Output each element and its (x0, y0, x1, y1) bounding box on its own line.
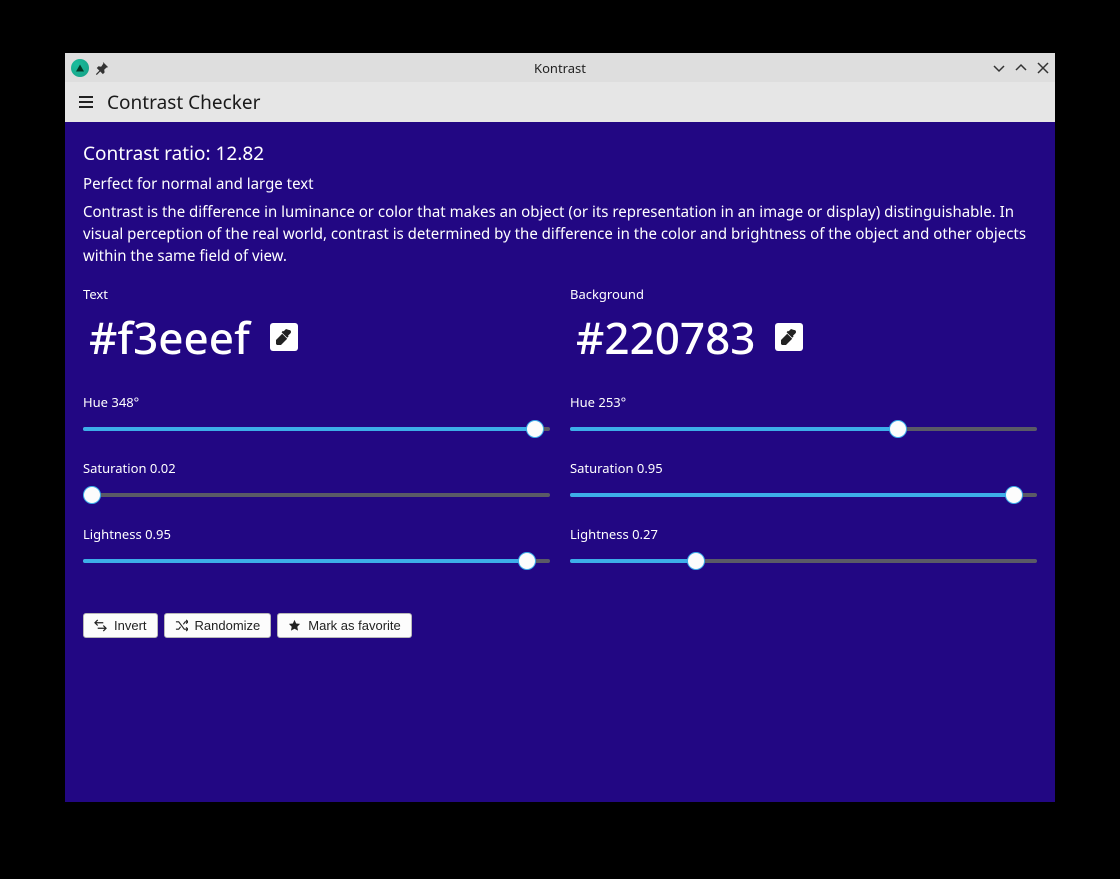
color-columns: Text #f3eeef Hue 348° Saturation 0.02 (83, 285, 1037, 573)
window-controls (993, 62, 1049, 74)
text-color-column: Text #f3eeef Hue 348° Saturation 0.02 (83, 285, 550, 573)
page-title: Contrast Checker (107, 89, 260, 115)
minimize-icon[interactable] (993, 62, 1005, 74)
headerbar: Contrast Checker (65, 82, 1055, 122)
bg-lightness-label: Lightness 0.27 (570, 525, 1037, 543)
text-hue-slider[interactable] (83, 417, 550, 441)
window-title: Kontrast (534, 59, 586, 77)
bg-hue-group: Hue 253° (570, 393, 1037, 441)
randomize-button[interactable]: Randomize (164, 613, 272, 638)
text-hue-group: Hue 348° (83, 393, 550, 441)
eyedropper-icon (781, 329, 797, 345)
bg-color-picker-button[interactable] (775, 323, 803, 351)
app-icon (71, 59, 89, 77)
bg-lightness-group: Lightness 0.27 (570, 525, 1037, 573)
bg-saturation-label: Saturation 0.95 (570, 459, 1037, 477)
bg-saturation-group: Saturation 0.95 (570, 459, 1037, 507)
action-row: Invert Randomize Mark as favorite (83, 613, 1037, 638)
star-icon (288, 619, 301, 632)
text-lightness-group: Lightness 0.95 (83, 525, 550, 573)
text-lightness-label: Lightness 0.95 (83, 525, 550, 543)
contrast-rating: Perfect for normal and large text (83, 174, 1037, 194)
shuffle-icon (175, 619, 188, 632)
pin-icon[interactable] (95, 61, 109, 75)
maximize-icon[interactable] (1015, 62, 1027, 74)
bg-color-column: Background #220783 Hue 253° Saturation 0… (570, 285, 1037, 573)
content: Contrast ratio: 12.82 Perfect for normal… (65, 122, 1055, 802)
swap-icon (94, 619, 107, 632)
menu-icon[interactable] (77, 93, 95, 111)
favorite-button[interactable]: Mark as favorite (277, 613, 411, 638)
titlebar-left (71, 59, 109, 77)
bg-lightness-slider[interactable] (570, 549, 1037, 573)
invert-label: Invert (114, 618, 147, 633)
text-saturation-slider[interactable] (83, 483, 550, 507)
text-color-label: Text (83, 285, 550, 303)
text-saturation-label: Saturation 0.02 (83, 459, 550, 477)
randomize-label: Randomize (195, 618, 261, 633)
eyedropper-icon (276, 329, 292, 345)
text-color-value[interactable]: #f3eeef (83, 303, 256, 371)
app-window: Kontrast Contrast Checker Contrast ratio… (65, 53, 1055, 802)
text-hue-label: Hue 348° (83, 393, 550, 411)
contrast-ratio: Contrast ratio: 12.82 (83, 140, 1037, 166)
bg-color-label: Background (570, 285, 1037, 303)
text-saturation-group: Saturation 0.02 (83, 459, 550, 507)
bg-hue-slider[interactable] (570, 417, 1037, 441)
text-lightness-slider[interactable] (83, 549, 550, 573)
bg-color-value[interactable]: #220783 (570, 303, 761, 371)
bg-saturation-slider[interactable] (570, 483, 1037, 507)
favorite-label: Mark as favorite (308, 618, 400, 633)
contrast-description: Contrast is the difference in luminance … (83, 202, 1037, 267)
bg-hue-label: Hue 253° (570, 393, 1037, 411)
close-icon[interactable] (1037, 62, 1049, 74)
invert-button[interactable]: Invert (83, 613, 158, 638)
text-color-picker-button[interactable] (270, 323, 298, 351)
titlebar: Kontrast (65, 53, 1055, 82)
bg-color-row: #220783 (570, 303, 1037, 371)
text-color-row: #f3eeef (83, 303, 550, 371)
